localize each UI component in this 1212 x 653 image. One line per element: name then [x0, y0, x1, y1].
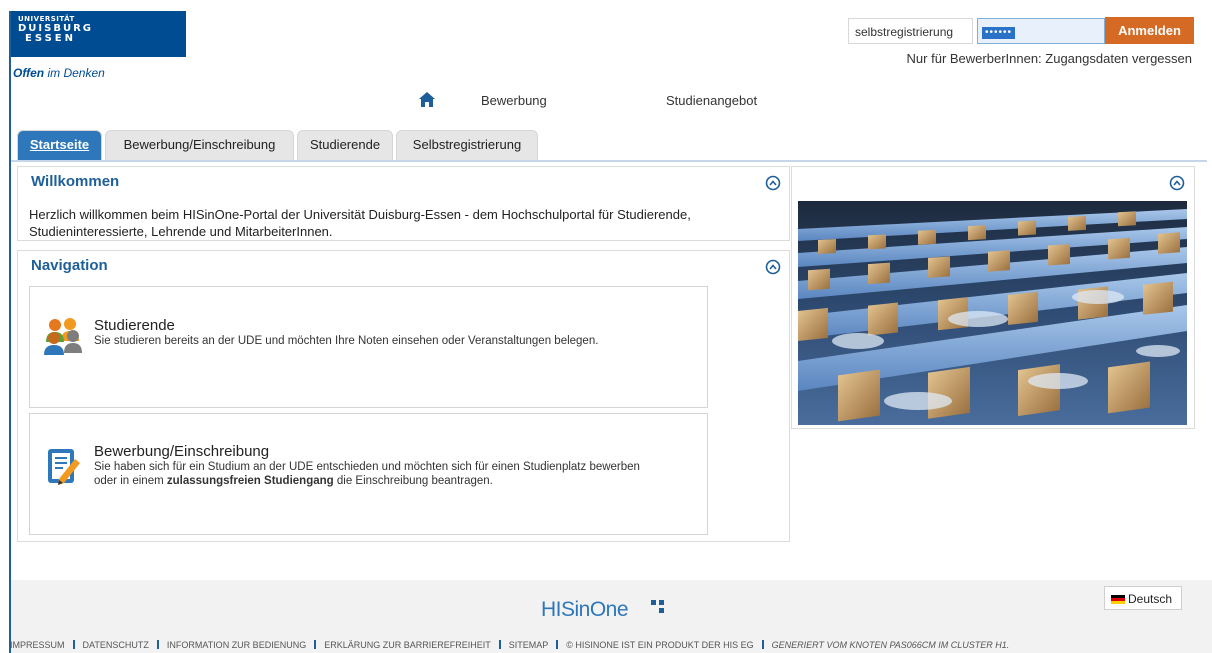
footer-separator: [761, 640, 764, 649]
bewerbung-desc-part2: die Einschreibung beantragen.: [336, 475, 493, 487]
bewerbung-card[interactable]: Bewerbung/Einschreibung Sie haben sich f…: [29, 413, 708, 535]
welcome-text: Herzlich willkommen beim HISinOne-Portal…: [29, 207, 691, 239]
brand-dots-icon: [651, 596, 665, 620]
tab-bewerbung-einschreibung[interactable]: Bewerbung/Einschreibung: [105, 130, 294, 160]
welcome-title: Willkommen: [31, 173, 120, 190]
studierende-card-desc: Sie studieren bereits an der UDE und möc…: [94, 335, 599, 347]
footer-link-his[interactable]: © HISINONE IST EIN PRODUKT DER HIS EG: [566, 640, 753, 650]
tagline-bold: Offen: [13, 66, 45, 80]
home-icon[interactable]: [418, 91, 436, 111]
bewerbung-card-title: Bewerbung/Einschreibung: [94, 443, 270, 460]
footer-generated-node: GENERIERT VOM KNOTEN PAS066CM IM CLUSTER…: [771, 640, 1010, 650]
footer-link-bedienung[interactable]: INFORMATION ZUR BEDIENUNG: [167, 640, 306, 650]
logo-tagline: Offen im Denken: [13, 66, 105, 80]
studierende-card-title: Studierende: [94, 317, 175, 334]
footer-separator: [498, 640, 501, 649]
logo-line-3: ESSEN: [25, 33, 76, 44]
footer-link-sitemap[interactable]: SITEMAP: [509, 640, 549, 650]
studierende-card[interactable]: Studierende Sie studieren bereits an der…: [29, 286, 708, 408]
footer-links: IMPRESSUM DATENSCHUTZ INFORMATION ZUR BEDI…: [10, 640, 1009, 650]
language-switcher[interactable]: Deutsch: [1104, 586, 1182, 610]
footer-separator: [156, 640, 159, 649]
page-left-border: [9, 11, 11, 653]
bewerbung-card-desc: Sie haben sich für ein Studium an der UD…: [94, 460, 654, 488]
tab-studierende[interactable]: Studierende: [297, 130, 393, 160]
tab-startseite[interactable]: Startseite: [17, 130, 102, 160]
navigation-title: Navigation: [31, 257, 108, 274]
top-navigation: Bewerbung Studienangebot: [408, 86, 814, 114]
language-label: Deutsch: [1128, 592, 1173, 606]
password-mask: ••••••: [982, 27, 1016, 39]
brand-text: HISinOne: [541, 598, 629, 621]
welcome-panel: Willkommen Herzlich willkommen beim HISi…: [17, 166, 790, 241]
logo-line-1: UNIVERSITÄT: [18, 15, 75, 23]
topnav-bewerbung[interactable]: Bewerbung: [481, 93, 547, 108]
username-input[interactable]: selbstregistrierung: [848, 18, 973, 44]
collapse-icon[interactable]: [1169, 175, 1185, 191]
tab-divider: [11, 160, 1207, 162]
users-icon: [42, 317, 84, 360]
application-form-icon: [47, 447, 81, 490]
forgot-credentials-link[interactable]: Nur für BewerberInnen: Zugangsdaten verg…: [907, 51, 1192, 66]
footer-link-impressum[interactable]: IMPRESSUM: [10, 640, 65, 650]
navigation-panel: Navigation Studierende Sie studieren ber…: [17, 250, 790, 542]
tab-selbstregistrierung[interactable]: Selbstregistrierung: [396, 130, 538, 160]
collapse-icon[interactable]: [765, 259, 781, 275]
lecture-hall-image: [798, 201, 1187, 425]
footer-separator: [72, 640, 75, 649]
hisinone-logo: HISinOne: [541, 598, 664, 622]
footer-link-datenschutz[interactable]: DATENSCHUTZ: [83, 640, 149, 650]
tagline-rest: im Denken: [47, 66, 105, 80]
footer-separator: [556, 640, 559, 649]
footer-link-barrierefreiheit[interactable]: ERKLÄRUNG ZUR BARRIEREFREIHEIT: [324, 640, 491, 650]
collapse-icon[interactable]: [765, 175, 781, 191]
footer-separator: [314, 640, 317, 649]
password-input[interactable]: ••••••: [977, 18, 1105, 44]
login-button[interactable]: Anmelden: [1105, 17, 1194, 44]
topnav-studienangebot[interactable]: Studienangebot: [666, 93, 757, 108]
german-flag-icon: [1111, 595, 1125, 605]
university-logo[interactable]: UNIVERSITÄT DUISBURG ESSEN: [11, 11, 186, 57]
bewerbung-desc-bold[interactable]: zulassungsfreien Studiengang: [167, 475, 334, 487]
